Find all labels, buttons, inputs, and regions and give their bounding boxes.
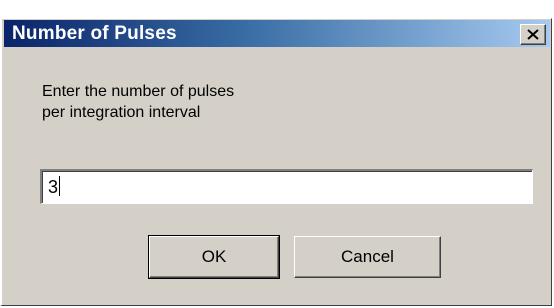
dialog-title: Number of Pulses xyxy=(12,23,177,44)
pulses-input-value: 3 xyxy=(48,177,59,197)
close-icon xyxy=(527,29,539,40)
background-strip xyxy=(0,0,554,18)
prompt-line-1: Enter the number of pulses xyxy=(42,83,235,100)
number-of-pulses-dialog: Number of Pulses Enter the number of pul… xyxy=(0,18,552,306)
text-caret xyxy=(59,176,61,196)
pulses-input[interactable]: 3 xyxy=(40,169,533,204)
cancel-button[interactable]: Cancel xyxy=(294,236,441,278)
close-button[interactable] xyxy=(520,24,546,45)
prompt-line-2: per integration interval xyxy=(42,104,201,121)
ok-button[interactable]: OK xyxy=(148,235,280,279)
dialog-titlebar[interactable]: Number of Pulses xyxy=(4,20,550,47)
prompt-text: Enter the number of pulses per integrati… xyxy=(42,81,234,123)
